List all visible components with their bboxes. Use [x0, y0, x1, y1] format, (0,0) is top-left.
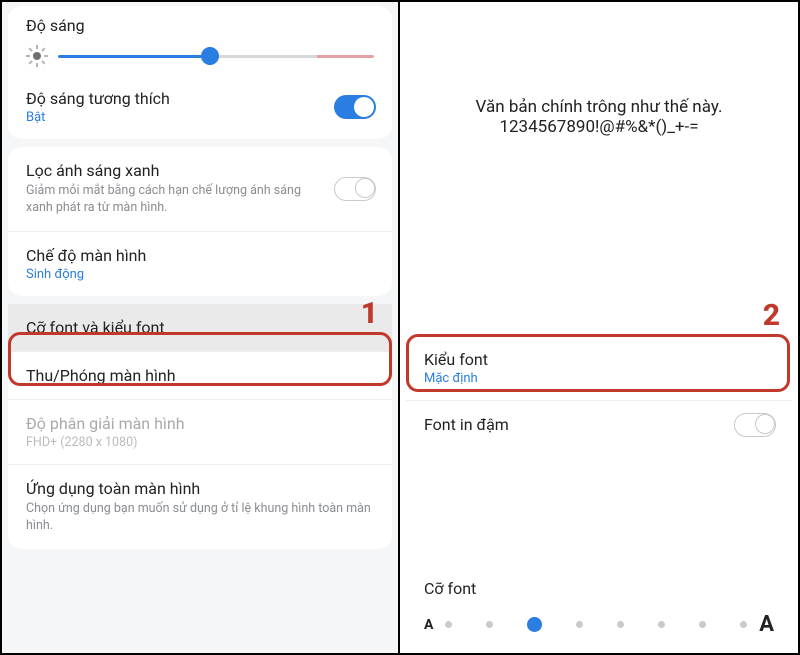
font-style-row[interactable]: Kiểu font Mặc định	[406, 336, 792, 400]
adaptive-brightness-status: Bật	[26, 110, 376, 125]
font-size-step[interactable]	[699, 621, 706, 628]
screen-zoom-title: Thu/Phóng màn hình	[26, 366, 376, 385]
blue-light-filter-row[interactable]: Lọc ánh sáng xanh Giảm mỏi mắt bằng cách…	[8, 147, 392, 231]
preview-line-2: 1234567890!@#%&*()_+-=	[418, 117, 780, 137]
font-size-slider[interactable]: A A	[424, 612, 774, 637]
screen-mode-title: Chế độ màn hình	[26, 246, 376, 265]
screen-mode-row[interactable]: Chế độ màn hình Sinh động	[8, 231, 392, 296]
adaptive-brightness-toggle[interactable]	[334, 95, 376, 119]
font-size-step[interactable]	[658, 621, 665, 628]
screen-resolution-row: Độ phân giải màn hình FHD+ (2280 x 1080)	[8, 399, 392, 464]
fullscreen-apps-desc: Chọn ứng dụng bạn muốn sử dụng ở tỉ lệ k…	[26, 501, 376, 535]
screen-mode-value: Sinh động	[26, 267, 376, 282]
font-size-step[interactable]	[740, 621, 747, 628]
font-size-style-title: Cỡ font và kiểu font	[26, 318, 376, 337]
font-preview: Văn bản chính trông như thế này. 1234567…	[400, 2, 798, 212]
brightness-card: Độ sáng	[8, 6, 392, 139]
font-size-label: Cỡ font	[424, 579, 774, 598]
brightness-icon	[26, 45, 48, 67]
bold-font-title: Font in đậm	[424, 415, 776, 434]
font-size-step[interactable]	[486, 621, 493, 628]
font-style-card: Kiểu font Mặc định Font in đậm	[406, 336, 792, 448]
bold-font-row[interactable]: Font in đậm	[406, 400, 792, 448]
screen-zoom-row[interactable]: Thu/Phóng màn hình	[8, 351, 392, 399]
brightness-slider[interactable]	[58, 47, 374, 65]
adaptive-brightness-title: Độ sáng tương thích	[26, 89, 376, 108]
fullscreen-apps-title: Ứng dụng toàn màn hình	[26, 479, 376, 498]
spacer	[400, 212, 798, 332]
blue-light-desc: Giảm mỏi mắt bằng cách hạn chế lượng ánh…	[26, 183, 376, 217]
fullscreen-apps-row[interactable]: Ứng dụng toàn màn hình Chọn ứng dụng bạn…	[8, 464, 392, 549]
screen-resolution-value: FHD+ (2280 x 1080)	[26, 435, 376, 450]
brightness-thumb[interactable]	[201, 47, 219, 65]
display-options-card: Lọc ánh sáng xanh Giảm mỏi mắt bằng cách…	[8, 147, 392, 296]
a-large-icon: A	[759, 612, 774, 637]
blue-light-toggle[interactable]	[334, 177, 376, 201]
font-size-card: Cỡ font A A	[406, 565, 792, 647]
font-card: Cỡ font và kiểu font Thu/Phóng màn hình …	[8, 304, 392, 549]
font-size-step[interactable]	[576, 621, 583, 628]
font-size-style-row[interactable]: Cỡ font và kiểu font	[8, 304, 392, 351]
display-settings-panel: Độ sáng	[2, 2, 400, 653]
adaptive-brightness-row[interactable]: Độ sáng tương thích Bật	[8, 75, 392, 139]
font-style-value: Mặc định	[424, 371, 776, 386]
bold-font-toggle[interactable]	[734, 413, 776, 437]
font-size-step-active[interactable]	[527, 617, 542, 632]
font-size-step[interactable]	[445, 621, 452, 628]
brightness-label: Độ sáng	[26, 16, 374, 35]
preview-line-1: Văn bản chính trông như thế này.	[418, 97, 780, 117]
font-size-step[interactable]	[617, 621, 624, 628]
a-small-icon: A	[424, 617, 433, 633]
font-style-title: Kiểu font	[424, 350, 776, 369]
font-settings-panel: Văn bản chính trông như thế này. 1234567…	[400, 2, 798, 653]
screen-resolution-title: Độ phân giải màn hình	[26, 414, 376, 433]
blue-light-title: Lọc ánh sáng xanh	[26, 161, 376, 180]
